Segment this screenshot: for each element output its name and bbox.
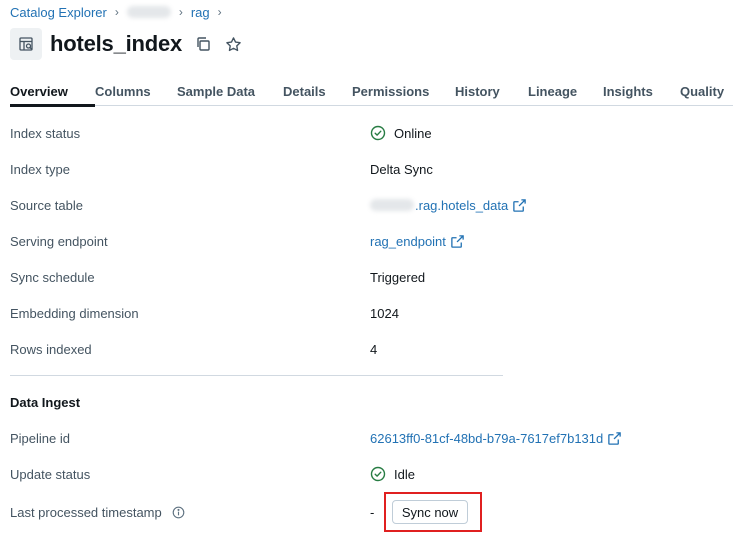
external-link-icon[interactable]	[607, 431, 622, 446]
external-link-icon[interactable]	[512, 198, 527, 213]
check-circle-icon	[370, 466, 386, 482]
source-table-label: Source table	[10, 197, 83, 213]
index-type-label: Index type	[10, 161, 70, 177]
source-catalog-redacted	[370, 199, 414, 211]
breadcrumb-schema[interactable]: rag	[191, 5, 210, 20]
index-type-row: Index type Delta Sync	[10, 160, 710, 178]
serving-endpoint-label: Serving endpoint	[10, 233, 108, 249]
index-status-row: Index status Online	[10, 124, 710, 142]
data-ingest-heading: Data Ingest	[10, 395, 81, 410]
sync-schedule-row: Sync schedule Triggered	[10, 268, 710, 286]
embedding-dimension-label: Embedding dimension	[10, 305, 139, 321]
title-row: hotels_index	[10, 28, 242, 60]
index-status-label: Index status	[10, 125, 81, 141]
vector-index-icon	[10, 28, 42, 60]
serving-endpoint-row: Serving endpoint rag_endpoint	[10, 232, 710, 250]
update-status-row: Update status Idle	[10, 465, 710, 483]
tab-sample-data[interactable]: Sample Data	[177, 74, 283, 106]
pipeline-id-row: Pipeline id 62613ff0-81cf-48bd-b79a-7617…	[10, 429, 710, 447]
last-processed-row: Last processed timestamp -	[10, 503, 710, 521]
source-table-row: Source table .rag.hotels_data	[10, 196, 710, 214]
sync-schedule-label: Sync schedule	[10, 269, 95, 285]
rows-indexed-value: 4	[370, 341, 378, 357]
tab-history[interactable]: History	[455, 74, 528, 106]
star-icon[interactable]	[224, 35, 242, 53]
chevron-right-icon: ›	[178, 5, 183, 19]
sync-now-button[interactable]: Sync now	[392, 500, 468, 524]
tab-lineage[interactable]: Lineage	[528, 74, 603, 106]
chevron-right-icon: ›	[114, 5, 119, 19]
tab-details[interactable]: Details	[283, 74, 352, 106]
tab-overview[interactable]: Overview	[10, 74, 95, 107]
rows-indexed-row: Rows indexed 4	[10, 340, 710, 358]
copy-icon[interactable]	[194, 35, 212, 53]
serving-endpoint-link[interactable]: rag_endpoint	[370, 234, 446, 249]
rows-indexed-label: Rows indexed	[10, 341, 92, 357]
breadcrumb-catalog-redacted[interactable]	[126, 6, 171, 18]
index-status-value: Online	[394, 125, 432, 141]
page-title: hotels_index	[50, 31, 183, 56]
tab-permissions[interactable]: Permissions	[352, 74, 455, 106]
check-circle-icon	[370, 125, 386, 141]
section-divider	[10, 375, 503, 376]
pipeline-id-label: Pipeline id	[10, 430, 70, 446]
tab-insights[interactable]: Insights	[603, 74, 680, 106]
embedding-dimension-value: 1024	[370, 305, 399, 321]
pipeline-id-link[interactable]: 62613ff0-81cf-48bd-b79a-7617ef7b131d	[370, 431, 603, 446]
external-link-icon[interactable]	[450, 234, 465, 249]
chevron-right-icon: ›	[217, 5, 222, 19]
breadcrumb: Catalog Explorer › › rag ›	[10, 4, 230, 20]
tab-quality[interactable]: Quality	[680, 74, 730, 106]
tab-columns[interactable]: Columns	[95, 74, 177, 106]
index-type-value: Delta Sync	[370, 161, 433, 177]
last-processed-label: Last processed timestamp	[10, 504, 162, 520]
info-icon[interactable]	[172, 506, 185, 519]
update-status-value: Idle	[394, 466, 415, 482]
update-status-label: Update status	[10, 466, 91, 482]
breadcrumb-catalog-explorer[interactable]: Catalog Explorer	[10, 5, 107, 20]
tab-bar: Overview Columns Sample Data Details Per…	[10, 74, 733, 107]
source-table-link[interactable]: .rag.hotels_data	[415, 198, 508, 213]
embedding-dimension-row: Embedding dimension 1024	[10, 304, 710, 322]
sync-schedule-value: Triggered	[370, 269, 426, 285]
